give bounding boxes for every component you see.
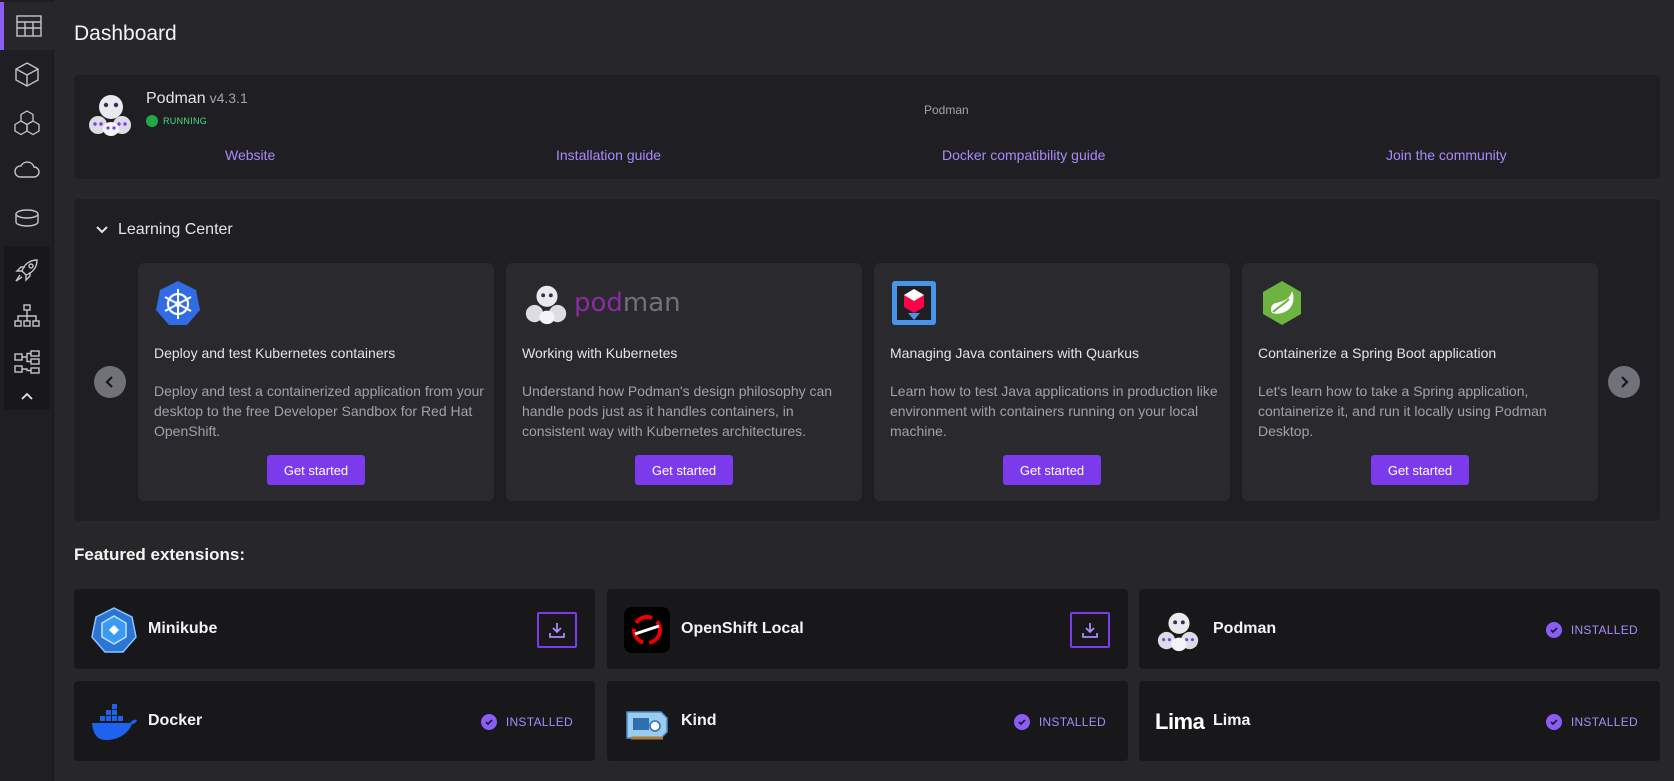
installed-badge: INSTALLED (1545, 622, 1638, 638)
get-started-button[interactable]: Get started (635, 455, 733, 485)
podman-logo (1157, 612, 1199, 652)
chevron-up-icon (21, 392, 33, 400)
extension-name: Podman (1213, 620, 1277, 637)
podman-seal-icon (525, 285, 567, 325)
volume-icon (15, 209, 39, 227)
card-description: Deploy and test a containerized applicat… (154, 383, 484, 439)
check-circle-icon (1545, 714, 1562, 730)
extension-card-kind: Kind INSTALLED (607, 681, 1128, 761)
get-started-button[interactable]: Get started (1371, 455, 1469, 485)
sidebar-item-containers[interactable] (0, 50, 54, 98)
extension-card-docker: Docker INSTALLED (74, 681, 595, 761)
quarkus-logo (892, 281, 936, 325)
provider-label: Podman (924, 103, 969, 117)
docker-compatibility-guide-link[interactable]: Docker compatibility guide (942, 147, 1105, 163)
card-description: Learn how to test Java applications in p… (890, 383, 1218, 439)
card-title: Deploy and test Kubernetes containers (154, 345, 396, 361)
card-title: Working with Kubernetes (522, 345, 678, 361)
get-started-button[interactable]: Get started (267, 455, 365, 485)
chevron-right-icon (1621, 376, 1629, 388)
cloud-icon (14, 161, 40, 178)
learning-card-quarkus: Managing Java containers with Quarkus Le… (874, 263, 1230, 501)
podman-name: Podman v4.3.1 (146, 90, 248, 107)
sidebar-item-diagram[interactable] (4, 340, 50, 384)
check-circle-icon (1013, 714, 1030, 730)
sidebar-item-sitemap[interactable] (4, 294, 50, 338)
openshift-logo (624, 607, 670, 653)
sitemap-icon (14, 304, 40, 327)
sidebar-extensions-group (4, 246, 50, 410)
learning-card-podman: podman Working with Kubernetes Understan… (506, 263, 862, 501)
kind-logo (626, 711, 668, 740)
installation-guide-link[interactable]: Installation guide (556, 147, 661, 163)
sidebar-item-cloud[interactable] (0, 146, 54, 194)
featured-extensions-title: Featured extensions: (74, 545, 245, 564)
download-icon (549, 623, 565, 638)
learning-card-spring: Containerize a Spring Boot application L… (1242, 263, 1598, 501)
dashboard-icon (16, 15, 42, 37)
rocket-icon (15, 259, 38, 282)
diagram-icon (14, 350, 40, 374)
install-button[interactable] (1070, 612, 1110, 648)
learning-center-toggle[interactable]: Learning Center (94, 221, 233, 239)
sidebar-item-volumes[interactable] (0, 194, 54, 242)
chevron-down-icon (96, 226, 108, 234)
podman-logo (89, 95, 131, 136)
check-circle-icon (480, 714, 497, 730)
status-badge: RUNNING (146, 115, 207, 127)
extension-card-lima: Lima Lima INSTALLED (1139, 681, 1660, 761)
installed-badge: INSTALLED (1013, 714, 1106, 730)
kubernetes-logo (156, 281, 200, 325)
installed-badge: INSTALLED (480, 714, 573, 730)
card-title: Managing Java containers with Quarkus (890, 345, 1140, 361)
extension-card-podman: Podman INSTALLED (1139, 589, 1660, 669)
extension-name: Docker (148, 712, 203, 729)
carousel-next-button[interactable] (1608, 366, 1640, 398)
minikube-logo (91, 607, 137, 653)
learning-card-kubernetes: Deploy and test Kubernetes containers De… (138, 263, 494, 501)
sidebar (0, 0, 54, 781)
podman-provider-panel: Podman v4.3.1 RUNNING Podman Website Inst… (74, 75, 1660, 179)
lima-logo: Lima (1155, 709, 1205, 734)
extension-name: Lima (1213, 712, 1251, 729)
chevron-left-icon (105, 376, 113, 388)
podman-wordmark-logo: podman (522, 279, 681, 327)
website-link[interactable]: Website (225, 147, 275, 163)
get-started-button[interactable]: Get started (1003, 455, 1101, 485)
card-title: Containerize a Spring Boot application (1258, 345, 1497, 361)
sidebar-collapse-button[interactable] (4, 386, 50, 406)
page-title: Dashboard (74, 22, 177, 45)
extension-card-minikube: Minikube (74, 589, 595, 669)
pods-icon (14, 110, 40, 136)
join-community-link[interactable]: Join the community (1386, 147, 1507, 163)
running-indicator-icon (146, 115, 158, 127)
sidebar-item-pods[interactable] (0, 98, 54, 146)
extension-name: Kind (681, 712, 717, 729)
check-circle-icon (1545, 622, 1562, 638)
learning-center: Learning Center Deploy and test Kubernet… (74, 199, 1660, 521)
extension-card-openshift-local: OpenShift Local (607, 589, 1128, 669)
sidebar-item-dashboard[interactable] (0, 2, 54, 50)
extension-name: OpenShift Local (681, 620, 804, 637)
podman-version: v4.3.1 (209, 90, 248, 106)
card-description: Understand how Podman's design philosoph… (522, 383, 833, 439)
sidebar-item-rocket[interactable] (4, 248, 50, 292)
docker-logo (92, 704, 137, 740)
carousel-prev-button[interactable] (94, 366, 126, 398)
spring-logo (1263, 281, 1301, 325)
installed-badge: INSTALLED (1545, 714, 1638, 730)
download-icon (1082, 623, 1098, 638)
install-button[interactable] (537, 612, 577, 648)
learning-center-title: Learning Center (118, 221, 233, 238)
extension-name: Minikube (148, 620, 218, 637)
container-icon (15, 62, 39, 87)
card-description: Let's learn how to take a Spring applica… (1258, 383, 1547, 439)
